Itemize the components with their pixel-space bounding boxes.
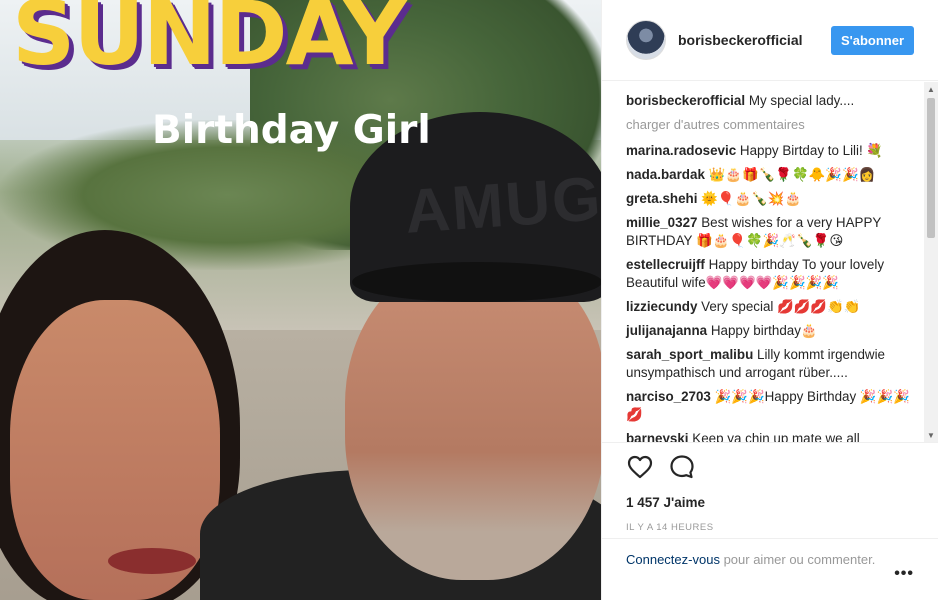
load-more-comments-link[interactable]: charger d'autres commentaires	[626, 116, 914, 134]
post-actions: 1 457 J'aime IL Y A 14 HEURES	[602, 442, 938, 533]
comment-username[interactable]: narciso_2703	[626, 389, 711, 404]
comment-text: Very special 💋💋💋👏👏	[701, 299, 861, 314]
story-overlay-title: SUNDAY	[12, 0, 407, 85]
list-item: millie_0327 Best wishes for a very HAPPY…	[626, 214, 914, 250]
comment-text: Happy birthday🎂	[710, 323, 818, 338]
scroll-up-arrow-icon[interactable]: ▲	[924, 82, 938, 96]
comment-username[interactable]: barneyski	[626, 431, 689, 442]
login-prompt: Connectez-vous pour aimer ou commenter.	[602, 538, 938, 581]
comments-list[interactable]: borisbeckerofficial My special lady.... …	[602, 82, 924, 442]
list-item: estellecruijff Happy birthday To your lo…	[626, 256, 914, 292]
more-options-icon[interactable]: •••	[894, 565, 914, 583]
comment-username[interactable]: greta.shehi	[626, 191, 697, 206]
list-item: lizziecundy Very special 💋💋💋👏👏	[626, 298, 914, 316]
comment-username[interactable]: julijanajanna	[626, 323, 707, 338]
login-link[interactable]: Connectez-vous	[626, 552, 720, 567]
likes-count[interactable]: 1 457 J'aime	[626, 495, 914, 510]
post-timestamp[interactable]: IL Y A 14 HEURES	[626, 522, 914, 533]
list-item: nada.bardak 👑🎂🎁🍾🌹🍀🐥🎉🎉👩	[626, 166, 914, 184]
comment-username[interactable]: nada.bardak	[626, 167, 705, 182]
header-username[interactable]: borisbeckerofficial	[678, 32, 803, 48]
comment-username[interactable]: millie_0327	[626, 215, 697, 230]
cap-brim	[352, 262, 601, 302]
caption-username[interactable]: borisbeckerofficial	[626, 93, 745, 108]
list-item: sarah_sport_malibu Lilly kommt irgendwie…	[626, 346, 914, 382]
comment-username[interactable]: sarah_sport_malibu	[626, 347, 753, 362]
story-overlay-subtitle: Birthday Girl	[152, 108, 431, 153]
list-item: julijanajanna Happy birthday🎂	[626, 322, 914, 340]
man-face	[345, 260, 601, 580]
comments-scrollbar[interactable]: ▲ ▼	[924, 82, 938, 442]
woman-lips	[108, 548, 196, 574]
comment-username[interactable]: marina.radosevic	[626, 143, 736, 158]
comment-icon[interactable]	[668, 453, 696, 481]
comment-text: Happy Birtday to Lili! 💐	[739, 143, 884, 158]
comment-username[interactable]: lizziecundy	[626, 299, 697, 314]
avatar[interactable]	[626, 20, 666, 60]
scrollbar-thumb[interactable]	[927, 98, 935, 238]
comment-text: 👑🎂🎁🍾🌹🍀🐥🎉🎉👩	[708, 167, 876, 182]
comment-text: Keep ya chin up mate we all	[692, 431, 860, 442]
list-item: narciso_2703 🎉🎉🎉Happy Birthday 🎉🎉🎉💋	[626, 388, 914, 424]
instagram-post: AMUG SUNDAY Birthday Girl borisbeckeroff…	[0, 0, 938, 600]
caption: borisbeckerofficial My special lady....	[626, 92, 914, 110]
list-item: greta.shehi 🌞🎈🎂🍾💥🎂	[626, 190, 914, 208]
action-icons	[626, 453, 914, 481]
comment-text: 🌞🎈🎂🍾💥🎂	[701, 191, 802, 206]
comment-username[interactable]: estellecruijff	[626, 257, 705, 272]
login-text: pour aimer ou commenter.	[719, 552, 876, 567]
caption-text: My special lady....	[748, 93, 855, 108]
cap-logo: AMUG	[402, 164, 601, 247]
follow-button[interactable]: S'abonner	[830, 25, 914, 55]
scroll-down-arrow-icon[interactable]: ▼	[924, 428, 938, 442]
post-media[interactable]: AMUG SUNDAY Birthday Girl	[0, 0, 601, 600]
post-header: borisbeckerofficial S'abonner	[602, 0, 938, 81]
list-item: barneyski Keep ya chin up mate we all	[626, 430, 914, 442]
post-sidebar: borisbeckerofficial S'abonner borisbecke…	[601, 0, 938, 600]
list-item: marina.radosevic Happy Birtday to Lili! …	[626, 142, 914, 160]
heart-icon[interactable]	[626, 453, 654, 481]
